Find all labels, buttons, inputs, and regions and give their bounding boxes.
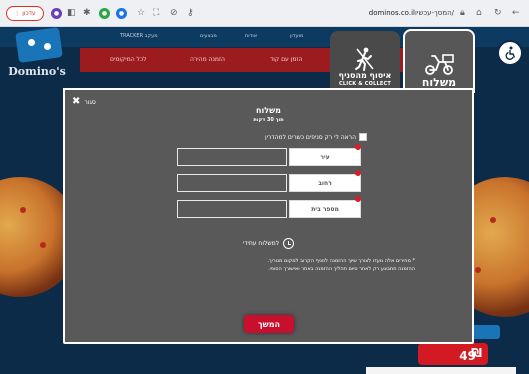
reload-icon[interactable]: ↻ (494, 7, 502, 19)
dominos-logo[interactable]: Domino's (6, 27, 68, 93)
address-bar[interactable]: dominos.co.ilהמסך-עכשיו/ (304, 7, 454, 19)
url-path: המסך-עכשיו/ (414, 9, 454, 17)
profile-avatar-icon[interactable]: ● (51, 8, 62, 19)
disclaimer-line: ההזמנה תתבצע רק לאחר סיום תהליך ההזמנה ב… (268, 266, 415, 272)
delivery-address-modal: ✖ סגור משלוח תוך 30 דקות הראה לי רק סניפ… (63, 88, 474, 344)
city-row: עיר (177, 144, 363, 166)
browser-toolbar: ⋮ עדכון ● ◧ ✱ ● ● ☆ ⛶ ⊘ ⚷ dominos.co.ilה… (0, 0, 529, 27)
promo-price: 49 ₪ (459, 346, 482, 363)
nav-item[interactable]: TRACKER מעקב (120, 33, 158, 39)
house-number-input[interactable] (177, 200, 287, 218)
tab-carryout[interactable]: איסוף מהסניף CLICK & COLLECT (330, 31, 400, 91)
street-row: רחוב (177, 170, 363, 192)
scooter-icon (425, 54, 454, 75)
key-icon[interactable]: ⚷ (187, 7, 194, 19)
kosher-filter-label: הראה לי רק סניפים כשרים למהדרין (264, 133, 356, 141)
extension-green-icon[interactable]: ● (99, 8, 110, 19)
disclaimer-line: * מחירים אלה נועדו לצורך שיוך ההזמנה לסנ… (267, 258, 415, 264)
tab-delivery[interactable]: משלוח (403, 29, 475, 93)
tab-carryout-label: איסוף מהסניף (338, 71, 392, 80)
order-option[interactable]: הזמן עם קוד (270, 56, 302, 63)
update-button[interactable]: ⋮ עדכון (6, 6, 44, 21)
logo-wordmark: Domino's (8, 65, 66, 78)
extension-blue-icon[interactable]: ● (116, 8, 127, 19)
side-panel-icon[interactable]: ◧ (67, 7, 76, 19)
modal-subtitle: תוך 30 דקות (253, 117, 284, 123)
house-number-label: מספר בית (289, 200, 361, 218)
lock-icon[interactable]: 🔒︎ (460, 7, 465, 19)
future-delivery-label: למשלוח עתידי (242, 240, 280, 247)
clock-icon (283, 238, 295, 249)
future-delivery-link[interactable]: למשלוח עתידי (65, 238, 472, 249)
home-icon[interactable]: ⌂ (476, 7, 482, 19)
promo-price-tag[interactable]: 49 ₪ (418, 343, 488, 365)
street-input[interactable] (177, 174, 287, 192)
tracking-protection-icon[interactable]: ⊘ (170, 7, 178, 19)
walking-person-icon (355, 47, 374, 71)
accessibility-button[interactable] (497, 40, 523, 66)
nav-item[interactable]: מבצעים (200, 33, 217, 39)
required-marker-icon (355, 144, 361, 150)
required-marker-icon (355, 196, 361, 202)
nav-item[interactable]: אודות (245, 33, 257, 39)
street-label: רחוב (289, 174, 361, 192)
house-number-row: מספר בית (177, 196, 363, 218)
bookmark-star-icon[interactable]: ☆ (137, 7, 145, 19)
close-label: סגור (84, 98, 96, 106)
nav-item[interactable]: מועדון (290, 33, 303, 39)
back-arrow-icon[interactable]: ← (512, 7, 520, 19)
continue-button[interactable]: המשך (244, 315, 294, 333)
order-option[interactable]: הזמנה מהירה (190, 56, 225, 63)
logo-tile-icon (15, 27, 63, 63)
order-option[interactable]: לכל המיקומים (110, 56, 147, 63)
modal-title: משלוח (256, 106, 281, 115)
wheelchair-icon (505, 46, 516, 60)
required-marker-icon (355, 170, 361, 176)
tab-carryout-sub: CLICK & COLLECT (339, 81, 391, 87)
bottom-white-bar (366, 367, 516, 374)
kosher-filter-row[interactable]: הראה לי רק סניפים כשרים למהדרין (171, 133, 367, 141)
kosher-checkbox[interactable] (359, 133, 367, 141)
translate-icon[interactable]: ⛶ (153, 7, 159, 19)
city-label: עיר (289, 148, 361, 166)
more-vertical-icon: ⋮ (14, 10, 21, 17)
city-input[interactable] (177, 148, 287, 166)
url-domain: dominos.co.il (368, 9, 415, 17)
extensions-puzzle-icon[interactable]: ✱ (83, 7, 91, 19)
disclaimer-note: * מחירים אלה נועדו לצורך שיוך ההזמנה לסנ… (125, 257, 415, 273)
